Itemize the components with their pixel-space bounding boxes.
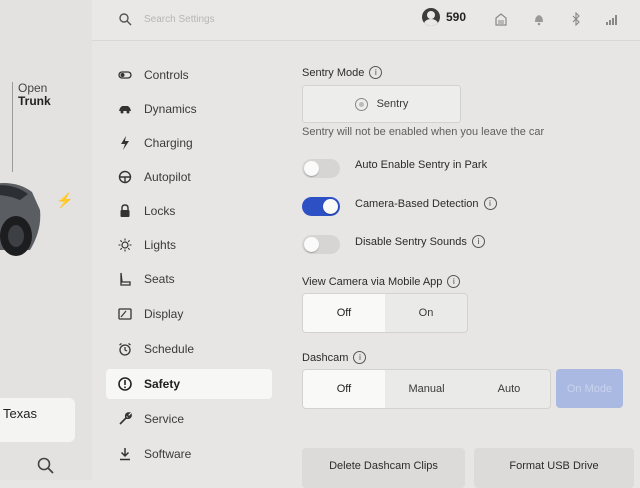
auto-enable-sentry-label: Auto Enable Sentry in Park: [355, 159, 487, 171]
nav-label: Seats: [144, 272, 175, 286]
nav-item-software[interactable]: Software: [106, 439, 272, 469]
sentry-mode-label: Sentry Mode: [302, 66, 365, 79]
nav-item-safety[interactable]: Safety: [106, 369, 272, 399]
bolt-icon: [118, 136, 132, 150]
nav-label: Dynamics: [144, 102, 197, 116]
sentry-button-label: Sentry: [376, 98, 409, 110]
sentry-icon: [354, 97, 368, 111]
lock-icon: [118, 204, 132, 218]
camera-detection-text: Camera-Based Detection: [355, 197, 479, 210]
nav-label: Software: [144, 447, 192, 461]
nav-item-schedule[interactable]: Schedule: [106, 334, 272, 364]
toggle-knob: [323, 199, 338, 214]
steering-wheel-icon: [118, 170, 132, 184]
disable-sentry-sounds-label: Disable Sentry Sounds i: [355, 235, 485, 248]
disable-sentry-sounds-toggle[interactable]: [302, 235, 340, 254]
charge-port-icon[interactable]: ⚡: [56, 192, 73, 209]
mobile-camera-selector: Off On: [302, 293, 468, 333]
location-label: Texas: [3, 406, 37, 421]
open-trunk-button[interactable]: Open Trunk: [18, 82, 51, 108]
sentry-button[interactable]: Sentry: [302, 85, 461, 123]
dashcam-on-demand-button[interactable]: On Mode: [556, 369, 623, 408]
trunk-label-trunk: Trunk: [18, 94, 51, 108]
nav-label: Autopilot: [144, 170, 191, 184]
dashcam-auto-option[interactable]: Auto: [468, 370, 550, 408]
toggle-knob: [304, 237, 319, 252]
search-input[interactable]: [144, 13, 344, 25]
nav-label: Safety: [144, 377, 181, 391]
nav-item-lights[interactable]: Lights: [106, 230, 272, 260]
car-icon: [118, 102, 132, 116]
nav-item-autopilot[interactable]: Autopilot: [106, 162, 272, 192]
info-icon[interactable]: i: [447, 275, 461, 288]
nav-item-locks[interactable]: Locks: [106, 196, 272, 226]
auto-enable-sentry-text: Auto Enable Sentry in Park: [355, 159, 488, 171]
delete-dashcam-clips-button[interactable]: Delete Dashcam Clips: [302, 448, 465, 488]
info-icon[interactable]: i: [471, 235, 485, 248]
seat-icon: [118, 272, 132, 286]
wrench-icon: [118, 412, 132, 426]
nav-label: Display: [144, 307, 184, 321]
search-icon[interactable]: [36, 456, 56, 476]
format-usb-drive-button[interactable]: Format USB Drive: [474, 448, 634, 488]
info-icon[interactable]: i: [353, 351, 367, 364]
nav-label: Lights: [144, 238, 177, 252]
signal-icon: [606, 15, 617, 25]
nav-item-controls[interactable]: Controls: [106, 60, 272, 90]
camera-detection-label: Camera-Based Detection i: [355, 197, 497, 210]
nav-item-display[interactable]: Display: [106, 299, 272, 329]
profile-button[interactable]: 590: [422, 8, 466, 26]
nav-item-seats[interactable]: Seats: [106, 264, 272, 294]
info-icon[interactable]: i: [483, 197, 497, 210]
display-icon: [118, 307, 132, 321]
dashcam-off-option[interactable]: Off: [303, 370, 385, 408]
range-value: 590: [446, 10, 467, 24]
dashcam-selector: Off Manual Auto: [302, 369, 551, 409]
mobile-camera-off-option[interactable]: Off: [303, 294, 385, 332]
nav-label: Schedule: [144, 342, 195, 356]
nav-label: Locks: [144, 204, 176, 218]
alert-icon: [118, 377, 132, 391]
mobile-camera-on-option[interactable]: On: [385, 294, 467, 332]
bluetooth-icon[interactable]: [569, 12, 583, 26]
mobile-camera-title: View Camera via Mobile App i: [302, 275, 461, 288]
bell-icon[interactable]: [532, 12, 546, 26]
profile-icon: [422, 8, 440, 26]
camera-detection-toggle[interactable]: [302, 197, 340, 216]
trunk-divider: [12, 82, 13, 172]
sentry-note: Sentry will not be enabled when you leav…: [302, 126, 545, 138]
search-icon: [119, 13, 132, 26]
mobile-camera-label: View Camera via Mobile App: [302, 275, 443, 288]
sentry-mode-title: Sentry Mode i: [302, 66, 383, 79]
nav-item-service[interactable]: Service: [106, 404, 272, 434]
settings-search[interactable]: [118, 8, 344, 30]
toggle-icon: [118, 68, 132, 82]
nav-label: Charging: [144, 136, 193, 150]
info-icon[interactable]: i: [369, 66, 383, 79]
auto-enable-sentry-toggle[interactable]: [302, 159, 340, 178]
nav-label: Controls: [144, 68, 189, 82]
light-icon: [118, 238, 132, 252]
toggle-knob: [304, 161, 319, 176]
dashcam-manual-option[interactable]: Manual: [385, 370, 468, 408]
dashcam-title: Dashcam i: [302, 351, 367, 364]
dashcam-label: Dashcam: [302, 351, 349, 364]
garage-icon[interactable]: [494, 12, 508, 26]
alarm-icon: [118, 342, 132, 356]
download-icon: [118, 447, 132, 461]
disable-sentry-sounds-text: Disable Sentry Sounds: [355, 235, 467, 248]
nav-label: Service: [144, 412, 185, 426]
nav-item-charging[interactable]: Charging: [106, 128, 272, 158]
nav-item-dynamics[interactable]: Dynamics: [106, 94, 272, 124]
car-image: [0, 182, 41, 256]
